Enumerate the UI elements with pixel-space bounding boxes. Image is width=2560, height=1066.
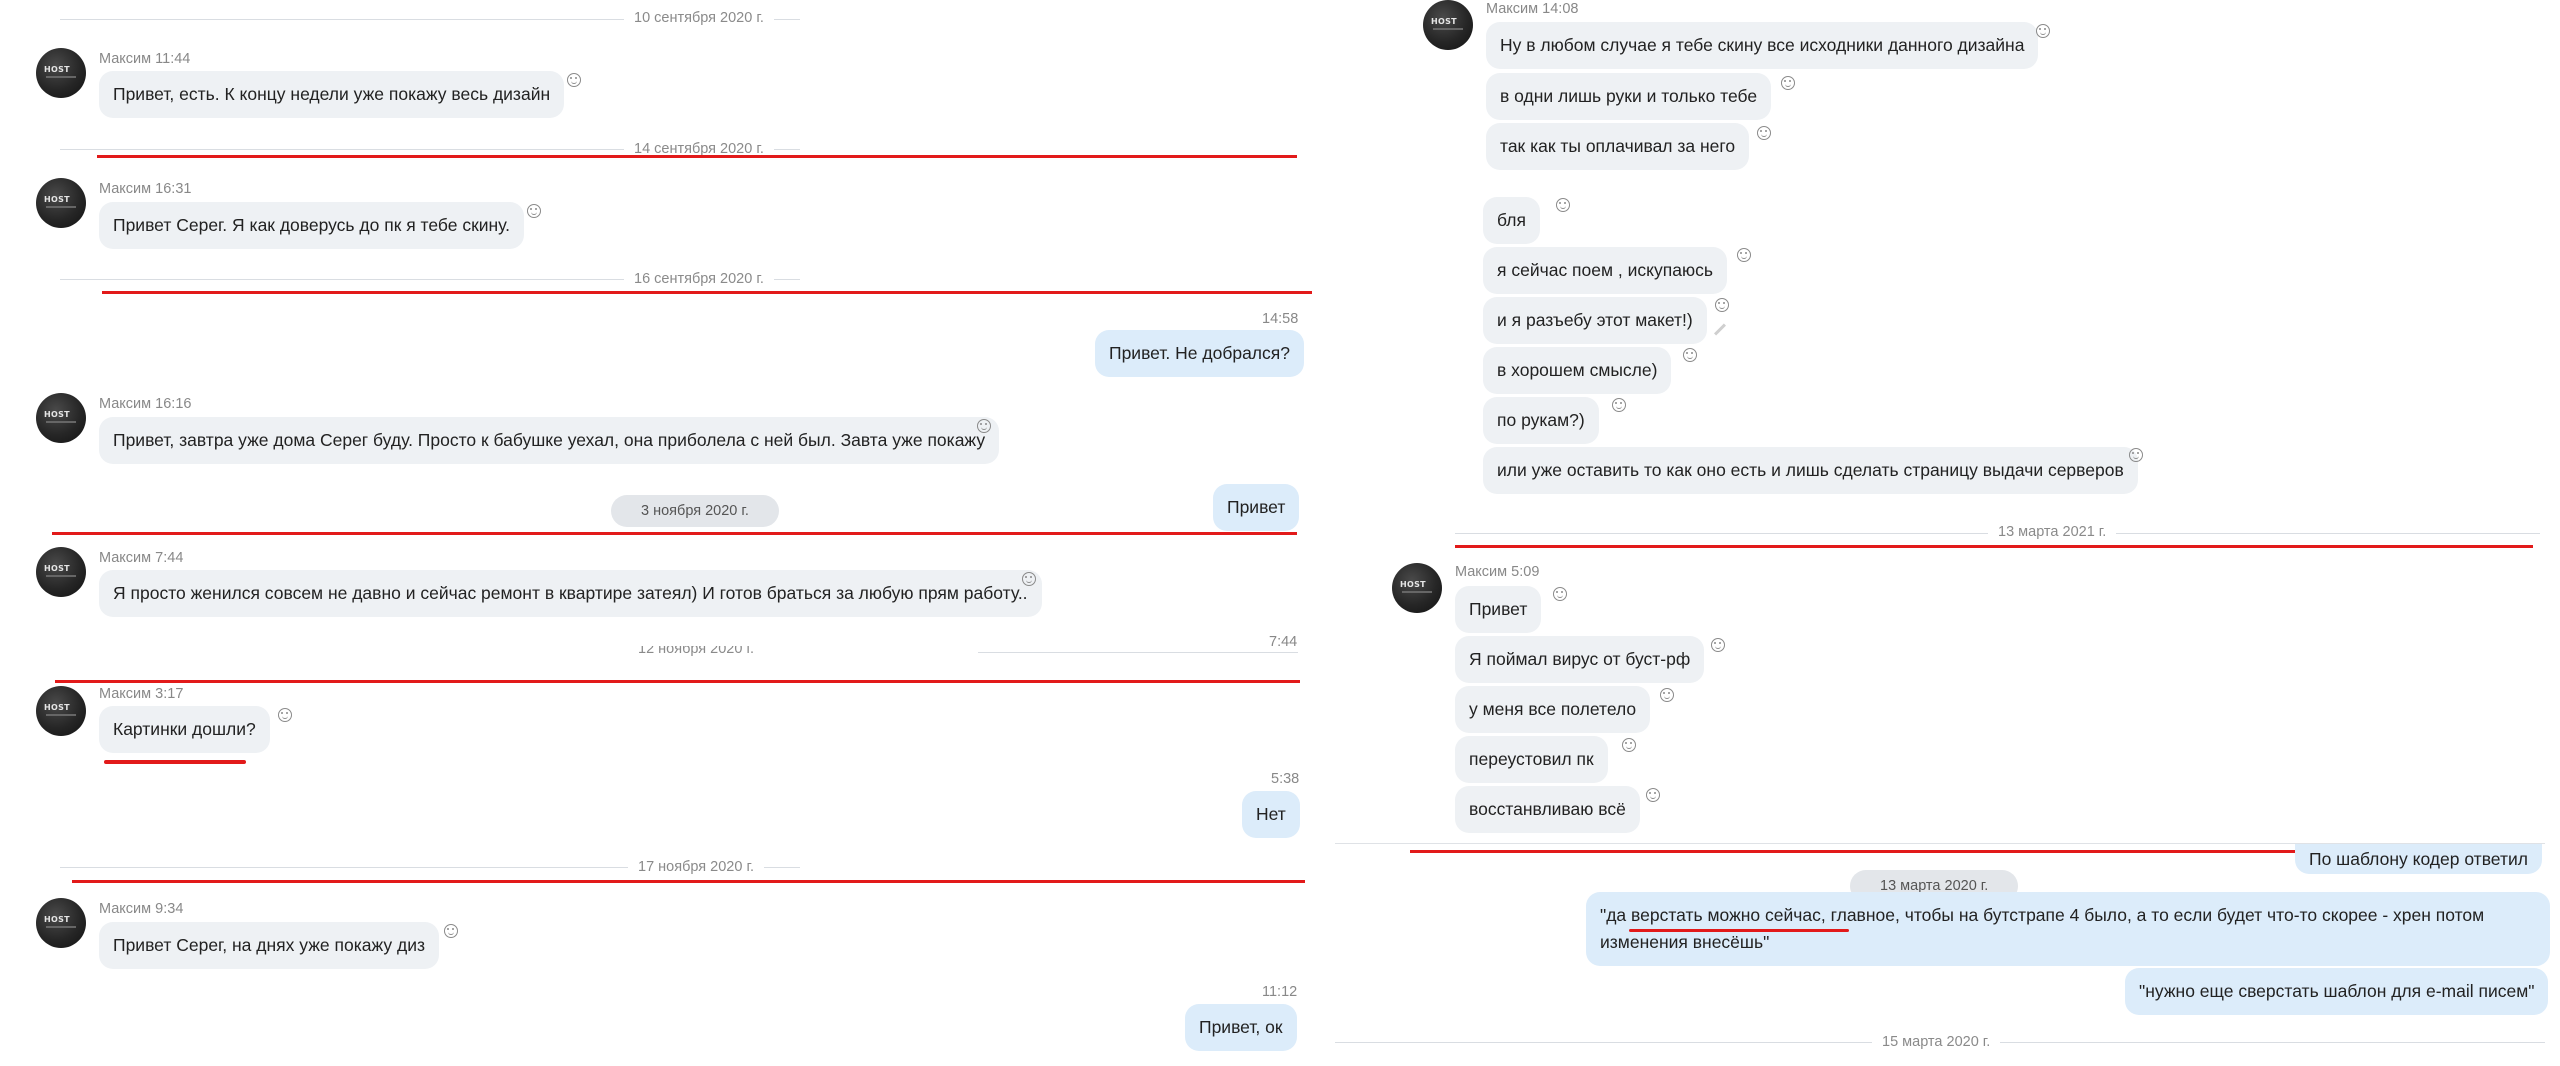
avatar[interactable]: HOST <box>1423 0 1473 50</box>
reaction-smiley-icon[interactable] <box>1612 398 1626 412</box>
incoming-message[interactable]: Привет Серег. Я как доверусь до пк я теб… <box>99 202 525 249</box>
reaction-smiley-icon[interactable] <box>278 708 292 722</box>
reaction-smiley-icon[interactable] <box>1757 126 1771 140</box>
reaction-smiley-icon[interactable] <box>527 204 541 218</box>
outgoing-message[interactable]: Привет, ок <box>1185 1004 1297 1051</box>
reaction-smiley-icon[interactable] <box>444 924 458 938</box>
avatar[interactable]: HOST <box>1392 563 1442 613</box>
incoming-message[interactable]: и я разъебу этот макет!) <box>1483 297 1707 344</box>
incoming-message[interactable]: я сейчас поем , искупаюсь <box>1483 247 1727 294</box>
message-line: изменения внесёшь" <box>1600 932 1770 952</box>
edit-pencil-icon[interactable] <box>1713 323 1727 336</box>
red-annotation-line <box>97 155 1297 158</box>
date-divider: 16 сентября 2020 г. <box>624 271 774 287</box>
reaction-smiley-icon[interactable] <box>2036 24 2050 38</box>
red-annotation-line <box>55 680 1300 683</box>
red-annotation-line <box>102 291 1312 294</box>
reaction-smiley-icon[interactable] <box>567 73 581 87</box>
message-sender-time: Максим 16:16 <box>99 396 192 412</box>
outgoing-message[interactable]: Привет <box>1213 484 1300 531</box>
date-divider: 3 ноября 2020 г. <box>611 495 779 527</box>
avatar[interactable]: HOST <box>36 547 86 597</box>
reaction-smiley-icon[interactable] <box>1622 738 1636 752</box>
incoming-message[interactable]: у меня все полетело <box>1455 686 1651 733</box>
incoming-message[interactable]: Я поймал вирус от буст-рф <box>1455 636 1705 683</box>
incoming-message[interactable]: Привет, есть. К концу недели уже покажу … <box>99 71 565 118</box>
avatar[interactable]: HOST <box>36 686 86 736</box>
incoming-message[interactable]: бля <box>1483 197 1540 244</box>
outgoing-message[interactable]: Привет. Не добрался? <box>1095 330 1304 377</box>
red-annotation-line <box>52 532 1297 535</box>
reaction-smiley-icon[interactable] <box>1715 298 1729 312</box>
avatar[interactable]: HOST <box>36 178 86 228</box>
message-time: 5:38 <box>1271 771 1300 787</box>
outgoing-message[interactable]: Нет <box>1242 791 1300 838</box>
red-annotation-underline <box>104 760 246 764</box>
outgoing-message[interactable]: По шаблону кодер ответил <box>2295 844 2542 874</box>
incoming-message[interactable]: Картинки дошли? <box>99 706 270 753</box>
reaction-smiley-icon[interactable] <box>1737 248 1751 262</box>
incoming-message[interactable]: в хорошем смысле) <box>1483 347 1672 394</box>
outgoing-message[interactable]: "нужно еще сверстать шаблон для e-mail п… <box>2125 968 2549 1015</box>
reaction-smiley-icon[interactable] <box>1646 788 1660 802</box>
message-sender-time: Максим 14:08 <box>1486 1 1579 17</box>
date-divider: 17 ноября 2020 г. <box>628 859 764 875</box>
date-divider-line <box>978 652 1298 653</box>
avatar[interactable]: HOST <box>36 393 86 443</box>
reaction-smiley-icon[interactable] <box>1683 348 1697 362</box>
reaction-smiley-icon[interactable] <box>1556 198 1570 212</box>
incoming-message[interactable]: по рукам?) <box>1483 397 1599 444</box>
incoming-message[interactable]: переустовил пк <box>1455 736 1608 783</box>
incoming-message[interactable]: так как ты оплачивал за него <box>1486 123 1750 170</box>
reaction-smiley-icon[interactable] <box>2129 448 2143 462</box>
red-annotation-line <box>1455 545 2533 548</box>
reaction-smiley-icon[interactable] <box>1022 572 1036 586</box>
message-sender-time: Максим 7:44 <box>99 550 184 566</box>
message-sender-time: Максим 11:44 <box>99 51 191 67</box>
incoming-message[interactable]: Привет, завтра уже дома Серег буду. Прос… <box>99 417 1000 464</box>
reaction-smiley-icon[interactable] <box>1711 638 1725 652</box>
incoming-message[interactable]: Привет <box>1455 586 1542 633</box>
message-line: "да верстать можно сейчас, главное, чтоб… <box>1600 905 2485 925</box>
incoming-message[interactable]: Ну в любом случае я тебе скину все исход… <box>1486 22 2039 69</box>
avatar[interactable]: HOST <box>36 898 86 948</box>
message-sender-time: Максим 9:34 <box>99 901 184 917</box>
date-divider: 10 сентября 2020 г. <box>624 10 774 26</box>
message-sender-time: Максим 3:17 <box>99 686 184 702</box>
incoming-message[interactable]: в одни лишь руки и только тебе <box>1486 73 1772 120</box>
red-annotation-line <box>72 880 1305 883</box>
date-divider: 13 марта 2021 г. <box>1988 524 2117 540</box>
date-divider: 12 ноября 2020 г. <box>628 646 764 656</box>
message-sender-time: Максим 16:31 <box>99 181 192 197</box>
avatar[interactable]: HOST <box>36 48 86 98</box>
reaction-smiley-icon[interactable] <box>977 419 991 433</box>
message-sender-time: Максим 5:09 <box>1455 564 1540 580</box>
reaction-smiley-icon[interactable] <box>1553 587 1567 601</box>
reaction-smiley-icon[interactable] <box>1781 76 1795 90</box>
date-divider: 15 марта 2020 г. <box>1872 1034 2001 1050</box>
message-time: 14:58 <box>1262 311 1299 327</box>
incoming-message[interactable]: восстанвливаю всё <box>1455 786 1640 833</box>
incoming-message[interactable]: Я просто женился совсем не давно и сейча… <box>99 570 1042 617</box>
incoming-message[interactable]: или уже оставить то как оно есть и лишь … <box>1483 447 2138 494</box>
incoming-message[interactable]: Привет Серег, на днях уже покажу диз <box>99 922 440 969</box>
red-annotation-underline <box>1629 929 1849 932</box>
message-time: 11:12 <box>1262 984 1298 1000</box>
message-time: 7:44 <box>1269 634 1298 650</box>
reaction-smiley-icon[interactable] <box>1660 688 1674 702</box>
